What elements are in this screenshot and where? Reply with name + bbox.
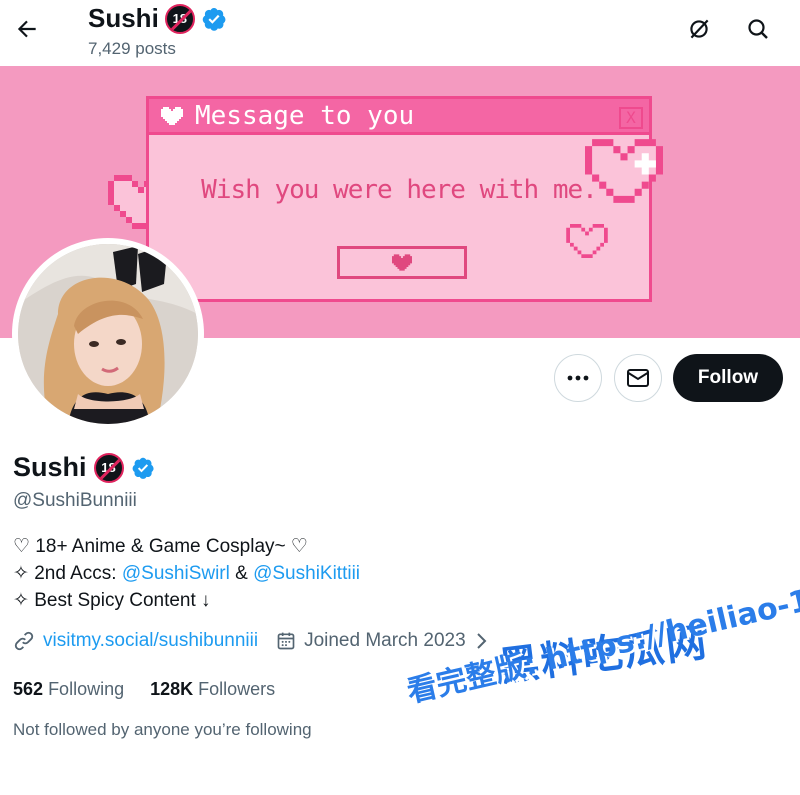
heart-icon bbox=[392, 254, 412, 271]
profile-meta: visitmy.social/sushibunniii Joined March… bbox=[13, 630, 488, 652]
more-icon bbox=[567, 375, 589, 381]
top-bar: Sushi 18 7,429 posts bbox=[0, 0, 800, 66]
message-window-close-icon: X bbox=[619, 107, 643, 129]
followed-by-note: Not followed by anyone you’re following bbox=[13, 720, 312, 739]
following-link[interactable]: 562 Following bbox=[13, 679, 124, 700]
pixel-heart-icon bbox=[585, 139, 663, 203]
follow-stats: 562 Following 128K Followers bbox=[13, 679, 275, 700]
verified-badge-icon bbox=[202, 7, 226, 31]
bio-line: ♡ 18+ Anime & Game Cosplay~ ♡ bbox=[13, 536, 308, 557]
followers-label: Followers bbox=[198, 679, 276, 699]
message-window-title: Message to you bbox=[195, 100, 415, 131]
message-button[interactable] bbox=[614, 354, 662, 402]
heart-icon bbox=[161, 106, 183, 125]
back-arrow-icon bbox=[17, 20, 36, 38]
pixel-heart-small-icon bbox=[566, 224, 608, 258]
message-window-titlebar: Message to you bbox=[149, 99, 649, 135]
bio-mention-link[interactable]: @SushiKittiii bbox=[253, 563, 360, 584]
back-button[interactable] bbox=[10, 12, 44, 46]
calendar-icon bbox=[277, 632, 295, 650]
avatar-image bbox=[18, 244, 198, 424]
bio-text: & bbox=[229, 563, 254, 584]
following-count: 562 bbox=[13, 679, 44, 699]
link-icon bbox=[14, 631, 34, 651]
message-window-button bbox=[337, 246, 467, 279]
follow-button[interactable]: Follow bbox=[673, 354, 783, 402]
profile-bio: ♡ 18+ Anime & Game Cosplay~ ♡ ✧ 2nd Accs… bbox=[13, 533, 360, 614]
followers-count: 128K bbox=[150, 679, 194, 699]
profile-name: Sushi bbox=[13, 452, 87, 482]
following-label: Following bbox=[48, 679, 125, 699]
age-18-badge-icon: 18 bbox=[93, 452, 124, 483]
mail-icon bbox=[627, 369, 649, 387]
avatar[interactable] bbox=[12, 238, 204, 430]
profile-handle: @SushiBunniii bbox=[13, 490, 137, 511]
bio-line: ✧ Best Spicy Content ↓ bbox=[13, 590, 211, 611]
header-name: Sushi bbox=[88, 3, 159, 33]
grok-button[interactable] bbox=[682, 12, 716, 46]
bio-line: ✧ 2nd Accs: @SushiSwirl & @SushiKittiii bbox=[13, 560, 360, 587]
age-18-badge-icon: 18 bbox=[164, 3, 195, 34]
bio-text: ✧ 2nd Accs: bbox=[13, 563, 122, 584]
website-item: visitmy.social/sushibunniii bbox=[13, 630, 258, 652]
joined-date: Joined March 2023 bbox=[304, 630, 466, 651]
chevron-right-icon bbox=[476, 633, 487, 649]
joined-item[interactable]: Joined March 2023 bbox=[276, 630, 488, 652]
bio-mention-link[interactable]: @SushiSwirl bbox=[122, 563, 230, 584]
followers-link[interactable]: 128K Followers bbox=[150, 679, 275, 700]
website-link[interactable]: visitmy.social/sushibunniii bbox=[43, 630, 258, 652]
header-title: Sushi 18 bbox=[88, 3, 227, 34]
grok-icon bbox=[690, 19, 709, 39]
verified-badge-icon bbox=[132, 457, 154, 479]
more-button[interactable] bbox=[554, 354, 602, 402]
search-button[interactable] bbox=[741, 12, 775, 46]
profile-name-row: Sushi 18 bbox=[13, 452, 155, 483]
search-icon bbox=[748, 19, 768, 39]
post-count: 7,429 posts bbox=[88, 39, 176, 58]
message-window: Message to you X Wish you were here with… bbox=[146, 96, 652, 302]
banner-message: Wish you were here with me. bbox=[201, 175, 598, 205]
